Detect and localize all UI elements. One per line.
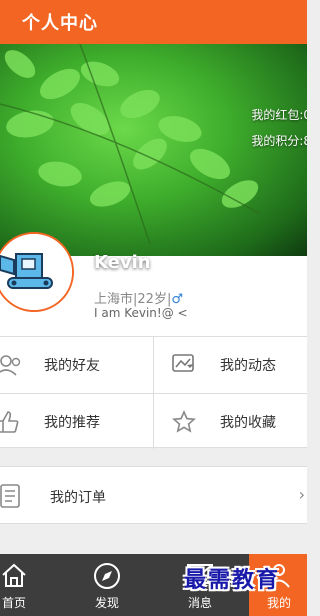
- menu-label-friends: 我的好友: [44, 358, 100, 374]
- watermark: 最需教育: [184, 568, 281, 593]
- menu-item-friends[interactable]: 我的好友: [0, 337, 153, 393]
- menu-label-recommend: 我的推荐: [44, 415, 100, 431]
- gender-male-icon: ♂: [171, 292, 183, 307]
- menu-label-activity: 我的动态: [220, 358, 276, 374]
- excavator-avatar-icon: [0, 234, 72, 310]
- menu-item-activity[interactable]: 我的动态: [154, 337, 307, 393]
- thumbs-up-icon: [0, 410, 20, 438]
- tab-label-mine: 我的: [266, 596, 291, 610]
- user-city: 上海市: [94, 292, 134, 307]
- top-bar: 个人中心: [0, 0, 307, 44]
- user-meta: 上海市|22岁|♂: [94, 292, 183, 307]
- menu-item-recommend[interactable]: 我的推荐: [0, 394, 153, 450]
- user-signature: I am Kevin!@ <: [94, 306, 188, 320]
- red-packet-stat[interactable]: 我的红包:0: [251, 102, 307, 128]
- friends-icon: [0, 353, 22, 381]
- menu-grid: 我的好友 我的动态 我的推荐 我的收藏: [0, 336, 307, 450]
- user-name: Kevin: [94, 252, 151, 273]
- points-stat[interactable]: 我的积分:8: [251, 128, 307, 154]
- activity-icon: [172, 353, 196, 379]
- menu-item-favorites[interactable]: 我的收藏: [154, 394, 307, 450]
- page-title: 个人中心: [22, 13, 98, 34]
- home-icon: [0, 562, 28, 592]
- menu-label-favorites: 我的收藏: [220, 415, 276, 431]
- user-age: 22岁: [137, 292, 167, 307]
- compass-icon: [93, 562, 121, 594]
- menu-item-orders[interactable]: 我的订单 ›: [0, 466, 307, 524]
- order-list-icon: [0, 484, 22, 512]
- menu-label-orders: 我的订单: [50, 490, 106, 506]
- tab-label-messages: 消息: [187, 596, 212, 610]
- tab-label-home: 首页: [1, 596, 26, 610]
- profile-page: 个人中心 我的红包:0 我的积分:8 Kevin 上海市|22岁|♂ I am …: [0, 0, 307, 616]
- chevron-right-icon: ›: [298, 485, 305, 504]
- star-icon: [172, 410, 196, 438]
- tab-home[interactable]: 首页: [0, 554, 44, 616]
- wallet-stats: 我的红包:0 我的积分:8: [251, 102, 307, 154]
- tab-discover[interactable]: 发现: [77, 554, 137, 616]
- tab-label-discover: 发现: [94, 596, 119, 610]
- profile-background-image: 我的红包:0 我的积分:8: [0, 44, 307, 256]
